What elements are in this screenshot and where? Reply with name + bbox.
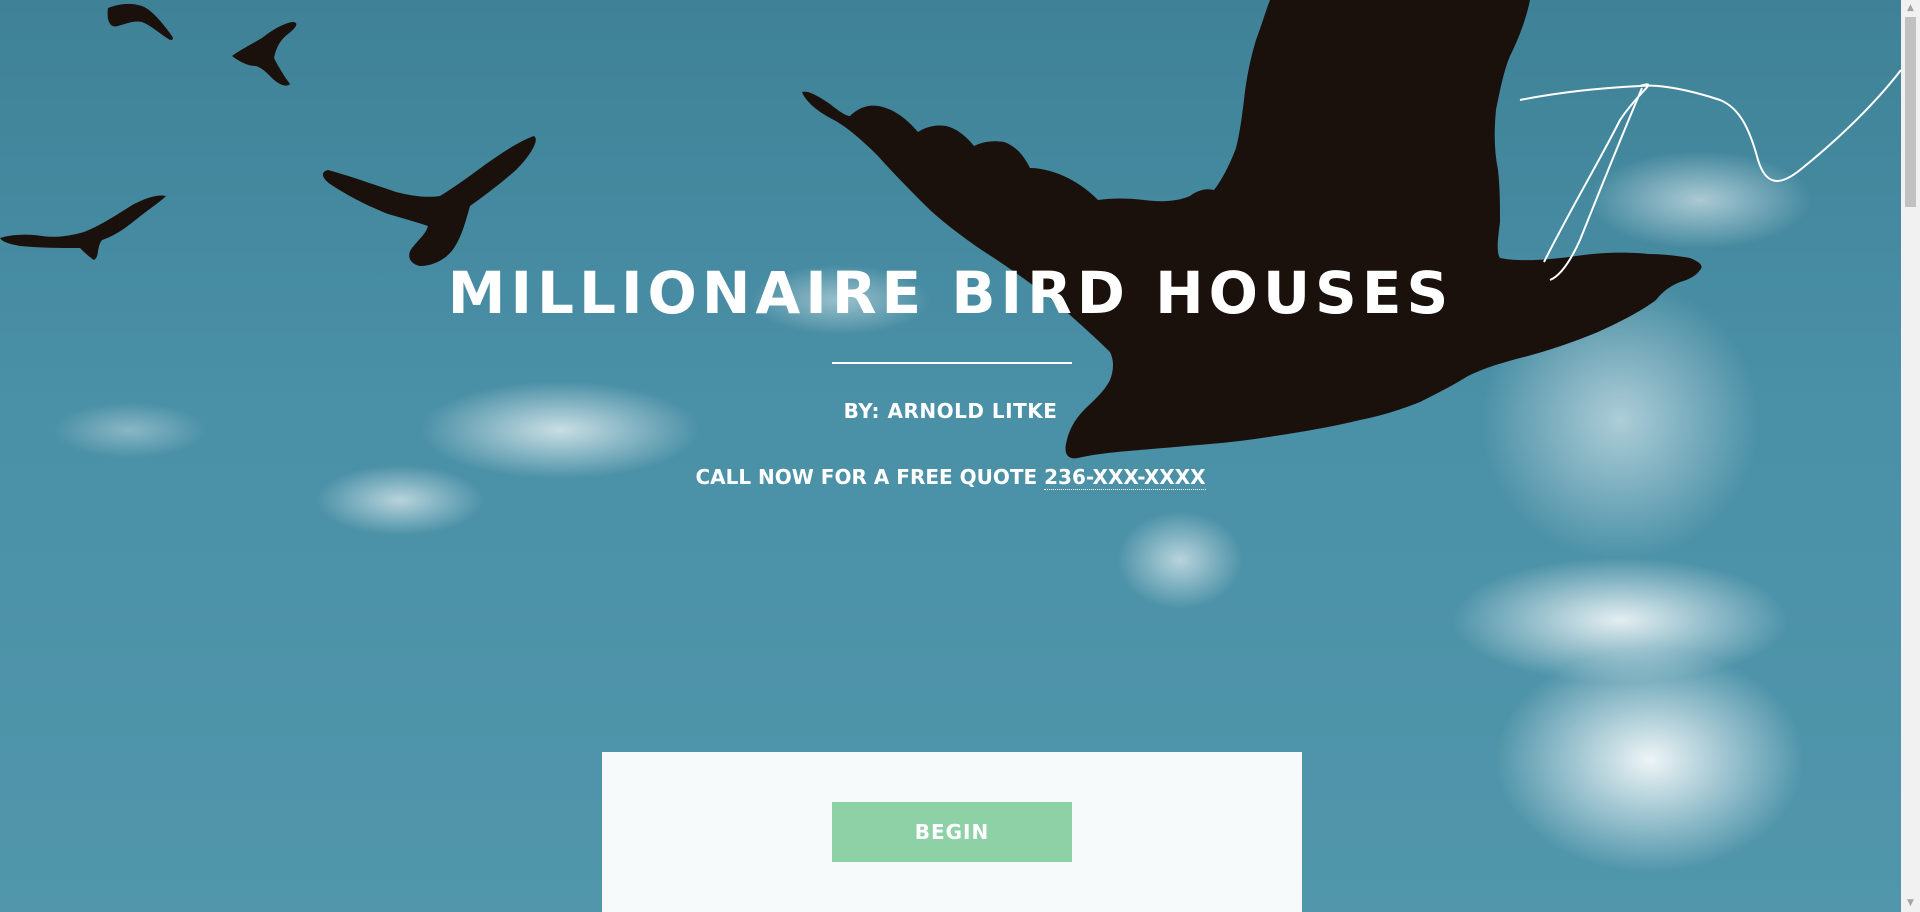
cta-text: CALL NOW FOR A FREE QUOTE (695, 465, 1045, 489)
scroll-down-arrow-icon[interactable]: ▼ (1901, 895, 1920, 912)
call-to-action: CALL NOW FOR A FREE QUOTE 236-XXX-XXXX (0, 463, 1901, 491)
scrollbar-thumb[interactable] (1905, 17, 1916, 207)
author-byline: BY: ARNOLD LITKE (843, 399, 1058, 423)
page-title: MILLIONAIRE BIRD HOUSES (447, 259, 1454, 327)
page: MILLIONAIRE BIRD HOUSES BY: ARNOLD LITKE… (0, 0, 1920, 912)
vertical-scrollbar[interactable]: ▲ ▼ (1901, 0, 1920, 912)
scroll-up-arrow-icon[interactable]: ▲ (1901, 0, 1920, 17)
title-divider (832, 362, 1072, 364)
phone-link[interactable]: 236-XXX-XXXX (1044, 465, 1206, 490)
content-panel: BEGIN (602, 752, 1302, 912)
begin-button[interactable]: BEGIN (832, 802, 1072, 862)
